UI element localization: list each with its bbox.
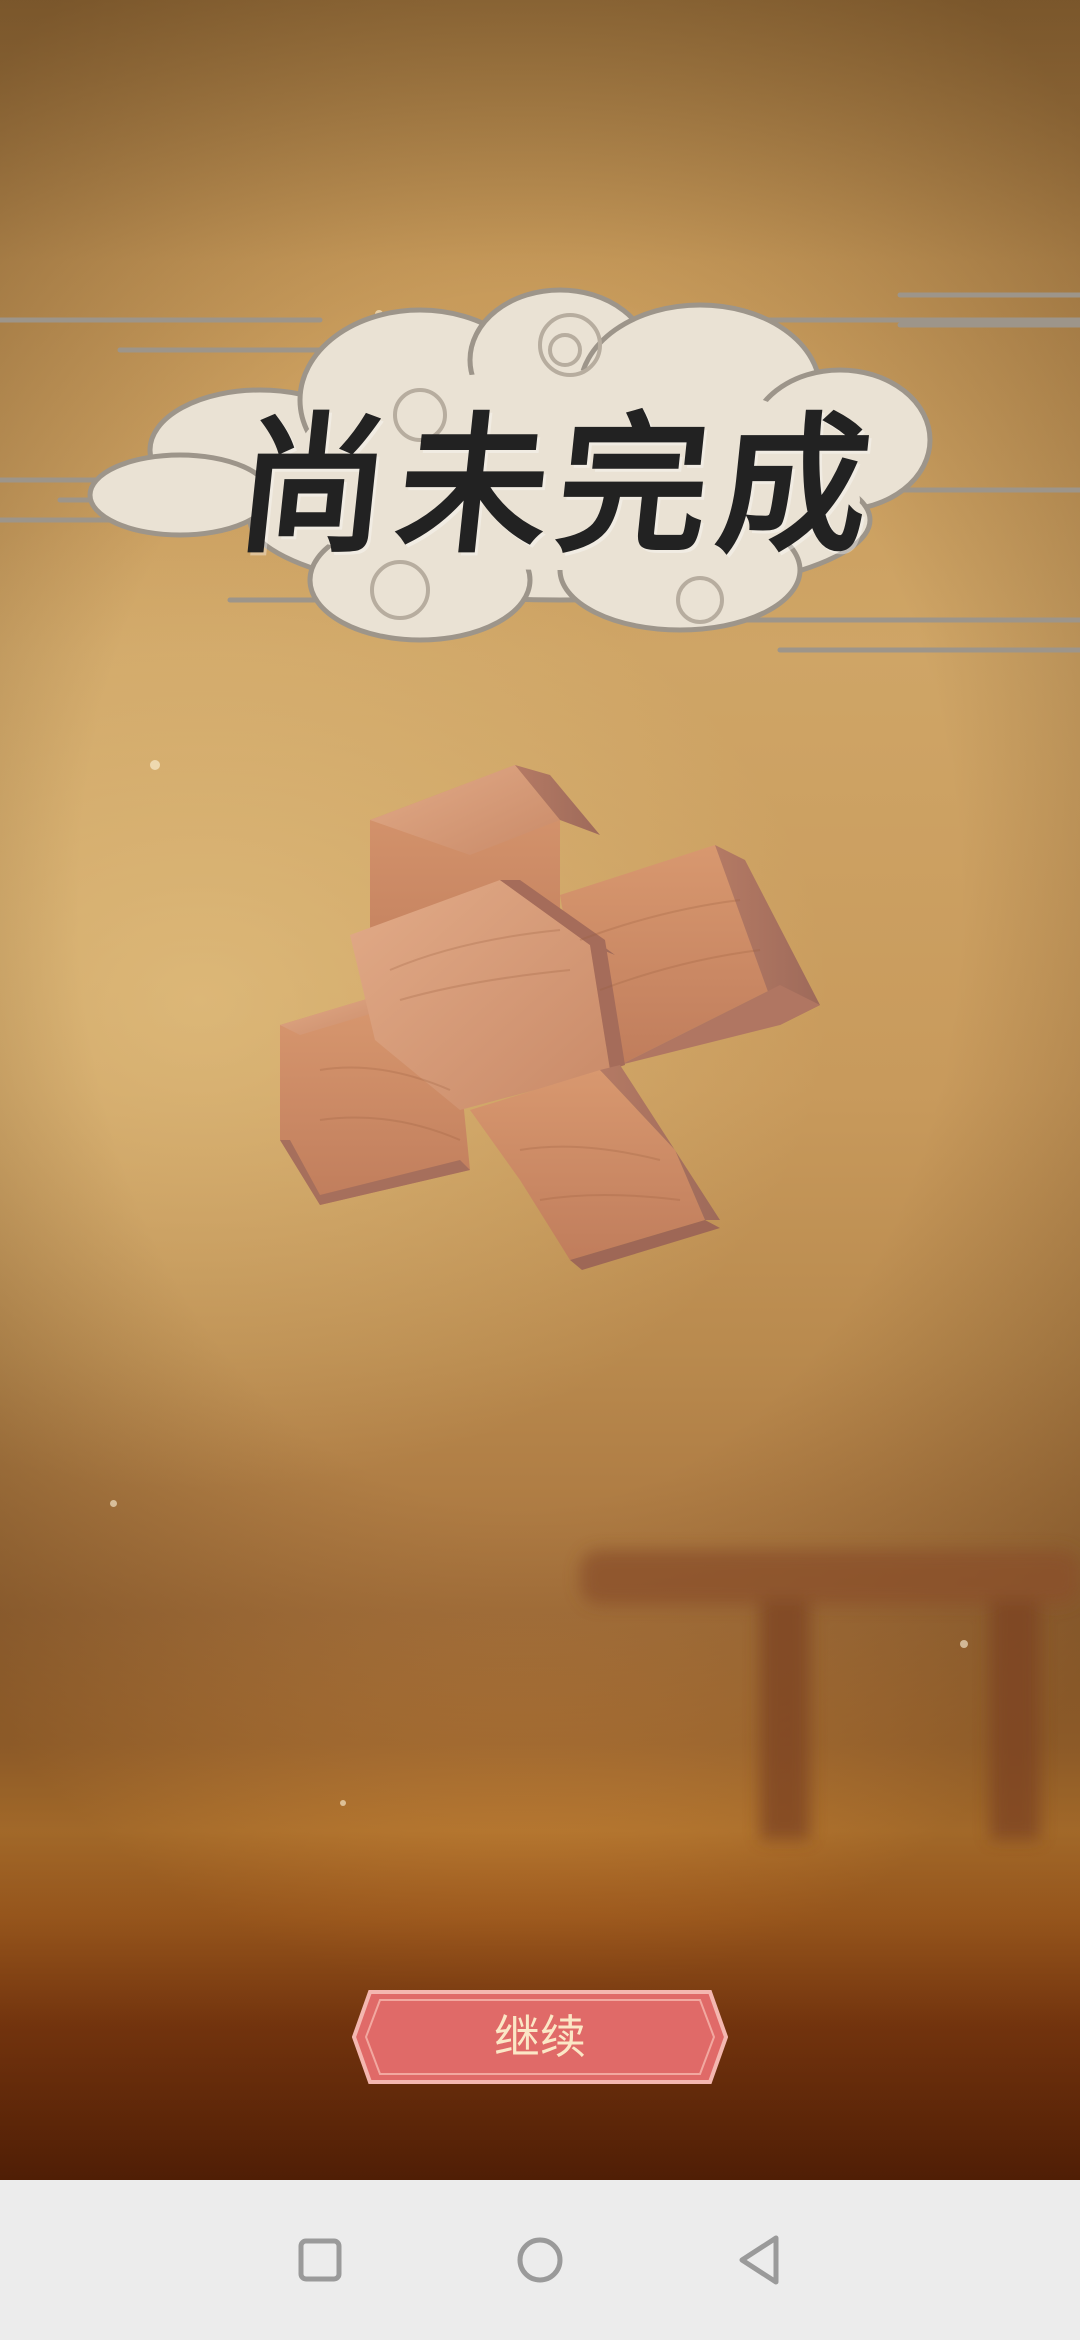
game-scene: 尚未完成 继续 [0, 0, 1080, 2180]
system-navigation-bar [0, 2180, 1080, 2340]
dust-particle [340, 1800, 346, 1806]
title-text: 尚未完成 [229, 398, 888, 574]
dust-particle [110, 1500, 117, 1507]
wooden-burr-puzzle [280, 765, 820, 1270]
back-button[interactable] [720, 2220, 800, 2300]
circle-icon [517, 2237, 563, 2283]
background-bench [580, 1550, 1080, 1840]
continue-button-label: 继续 [494, 2010, 586, 2064]
recents-button[interactable] [280, 2220, 360, 2300]
home-button[interactable] [500, 2220, 580, 2300]
dust-particle [150, 760, 160, 770]
triangle-back-icon [739, 2235, 779, 2285]
continue-button[interactable]: 继续 [352, 1988, 728, 2086]
square-icon [298, 2238, 342, 2282]
